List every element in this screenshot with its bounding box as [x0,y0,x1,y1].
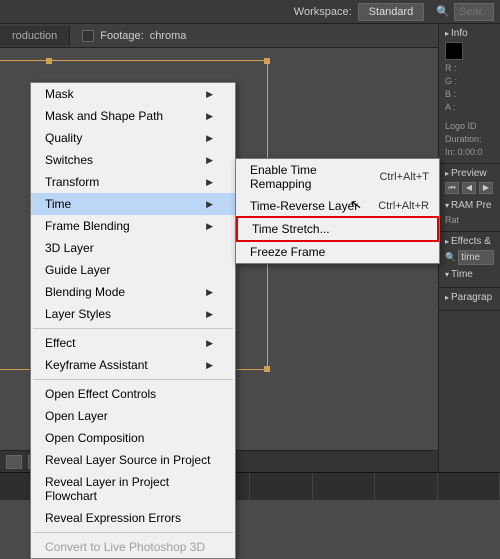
submenu-item-enable-time-remapping[interactable]: Enable Time RemappingCtrl+Alt+T [236,159,439,195]
submenu-arrow-icon: ▶ [206,177,213,188]
info-logo: Logo ID [445,120,477,133]
menu-item-reveal-expression-errors[interactable]: Reveal Expression Errors [31,507,235,529]
menu-item-transform[interactable]: Transform▶ [31,171,235,193]
effects-time-group[interactable]: Time [451,269,473,280]
info-panel: ▸Info R : G : B : A : Logo ID Duration: … [439,24,500,164]
submenu-arrow-icon: ▶ [206,338,213,349]
info-in: In: 0:00:0 [445,146,483,159]
shortcut-label: Ctrl+Alt+R [378,200,429,212]
menu-item-open-layer[interactable]: Open Layer [31,405,235,427]
submenu-item-time-reverse-layer[interactable]: Time-Reverse LayerCtrl+Alt+R [236,195,439,217]
menu-item-guide-layer[interactable]: Guide Layer [31,259,235,281]
footage-swatch [82,30,94,42]
submenu-arrow-icon: ▶ [206,133,213,144]
menu-item-open-composition[interactable]: Open Composition [31,427,235,449]
effects-title: Effects & [451,236,491,247]
effects-search-input[interactable] [458,250,494,265]
toggle-icon[interactable] [6,455,22,469]
info-title: Info [451,28,468,39]
menu-separator [33,328,233,329]
menu-item-reveal-layer-in-project-flowchart[interactable]: Reveal Layer in Project Flowchart [31,471,235,507]
submenu-arrow-icon: ▶ [206,89,213,100]
resize-handle[interactable] [264,58,270,64]
menu-item-open-effect-controls[interactable]: Open Effect Controls [31,383,235,405]
info-a: A : [445,101,456,114]
frame-rate-label: Rat [445,214,459,227]
paragraph-title: Paragrap [451,292,492,303]
resize-handle[interactable] [264,366,270,372]
submenu-arrow-icon: ▶ [206,309,213,320]
menu-item-keyframe-assistant[interactable]: Keyframe Assistant▶ [31,354,235,376]
menu-item-time[interactable]: Time▶ [31,193,235,215]
resize-handle[interactable] [46,58,52,64]
submenu-item-time-stretch-[interactable]: Time Stretch... [236,216,439,242]
preview-title: Preview [451,168,487,179]
menu-separator [33,379,233,380]
info-b: B : [445,88,456,101]
menu-item-convert-to-live-photoshop-3d: Convert to Live Photoshop 3D [31,536,235,558]
context-menu: Mask▶Mask and Shape Path▶Quality▶Switche… [30,82,236,559]
search-icon: 🔍 [445,252,456,263]
time-submenu: Enable Time RemappingCtrl+Alt+TTime-Reve… [235,158,440,264]
menu-item-frame-blending[interactable]: Frame Blending▶ [31,215,235,237]
menu-item-quality[interactable]: Quality▶ [31,127,235,149]
menu-item-layer-styles[interactable]: Layer Styles▶ [31,303,235,325]
menu-item-reveal-layer-source-in-project[interactable]: Reveal Layer Source in Project [31,449,235,471]
submenu-arrow-icon: ▶ [206,155,213,166]
submenu-arrow-icon: ▶ [206,360,213,371]
submenu-item-freeze-frame[interactable]: Freeze Frame [236,241,439,263]
menu-item-blending-mode[interactable]: Blending Mode▶ [31,281,235,303]
info-r: R : [445,62,457,75]
menu-item-3d-layer[interactable]: 3D Layer [31,237,235,259]
prev-frame-button[interactable]: ◀ [462,182,476,194]
workspace-dropdown[interactable]: Standard [358,3,425,21]
workspace-label: Workspace: [294,6,352,18]
search-icon: 🔍 [436,5,450,18]
menu-item-switches[interactable]: Switches▶ [31,149,235,171]
effects-panel: ▸Effects & 🔍 ▾Time [439,232,500,288]
footage-label: Footage: [100,30,143,42]
info-g: G : [445,75,457,88]
paragraph-panel: ▸Paragrap [439,288,500,311]
submenu-arrow-icon: ▶ [206,221,213,232]
play-button[interactable]: ▶ [479,182,493,194]
submenu-arrow-icon: ▶ [206,287,213,298]
preview-panel: ▸Preview ⏮ ◀ ▶ ▾RAM Pre Rat [439,164,500,232]
menu-item-mask-and-shape-path[interactable]: Mask and Shape Path▶ [31,105,235,127]
search-input[interactable] [454,3,494,21]
submenu-arrow-icon: ▶ [206,199,213,210]
ram-preview-label: RAM Pre [451,200,492,211]
info-duration: Duration: [445,133,482,146]
menu-separator [33,532,233,533]
menu-item-effect[interactable]: Effect▶ [31,332,235,354]
shortcut-label: Ctrl+Alt+T [379,171,429,183]
color-swatch [445,42,463,60]
menu-item-mask[interactable]: Mask▶ [31,83,235,105]
submenu-arrow-icon: ▶ [206,111,213,122]
project-tab[interactable]: roduction [0,26,70,46]
first-frame-button[interactable]: ⏮ [445,182,459,194]
footage-name: chroma [150,30,187,42]
